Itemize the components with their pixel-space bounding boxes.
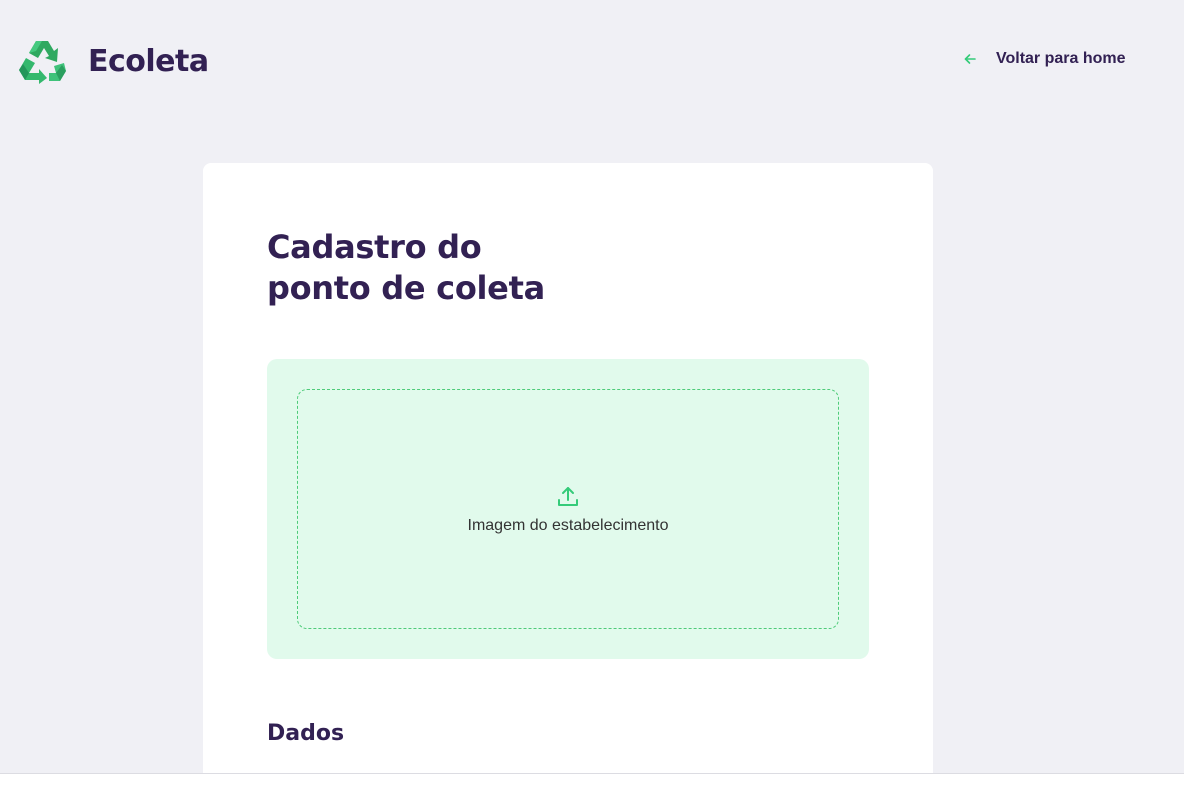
section-title-dados: Dados [267, 721, 345, 746]
page-title-line-1: Cadastro do [267, 228, 482, 266]
logo-link[interactable]: Ecoleta [18, 38, 209, 84]
upload-icon [558, 487, 578, 506]
dropzone-label: Imagem do estabelecimento [467, 517, 669, 534]
brand-name: Ecoleta [88, 43, 209, 79]
bottom-bar [0, 773, 1184, 807]
create-point-form: Cadastro do ponto de coleta Imagem do es… [203, 163, 933, 773]
back-to-home-link[interactable]: Voltar para home [962, 50, 1126, 68]
recycle-icon [19, 41, 66, 84]
page-background: Ecoleta Voltar para home Cadastro do pon… [0, 0, 1184, 773]
image-dropzone: Imagem do estabelecimento [267, 359, 869, 659]
page-title: Cadastro do ponto de coleta [267, 227, 545, 309]
page-title-line-2: ponto de coleta [267, 269, 545, 307]
image-upload-area[interactable]: Imagem do estabelecimento [297, 389, 839, 629]
back-link-label: Voltar para home [996, 50, 1126, 67]
arrow-left-icon [964, 54, 976, 64]
